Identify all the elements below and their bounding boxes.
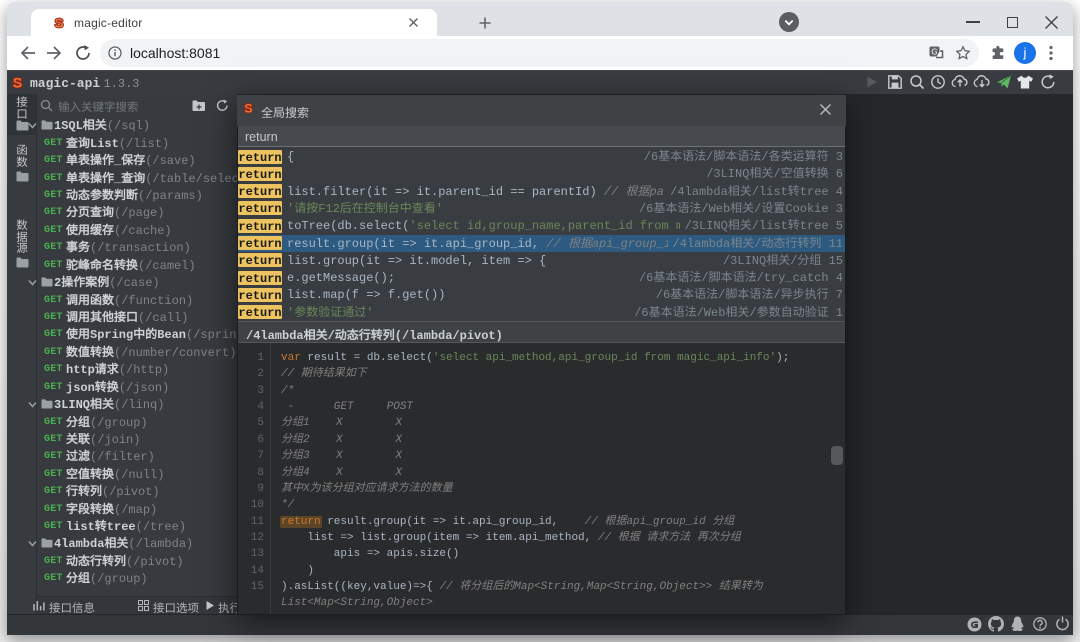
svg-text:S: S — [55, 16, 64, 30]
svg-text:G: G — [931, 48, 937, 57]
svg-text:S: S — [13, 75, 23, 90]
svg-text:S: S — [244, 102, 252, 115]
